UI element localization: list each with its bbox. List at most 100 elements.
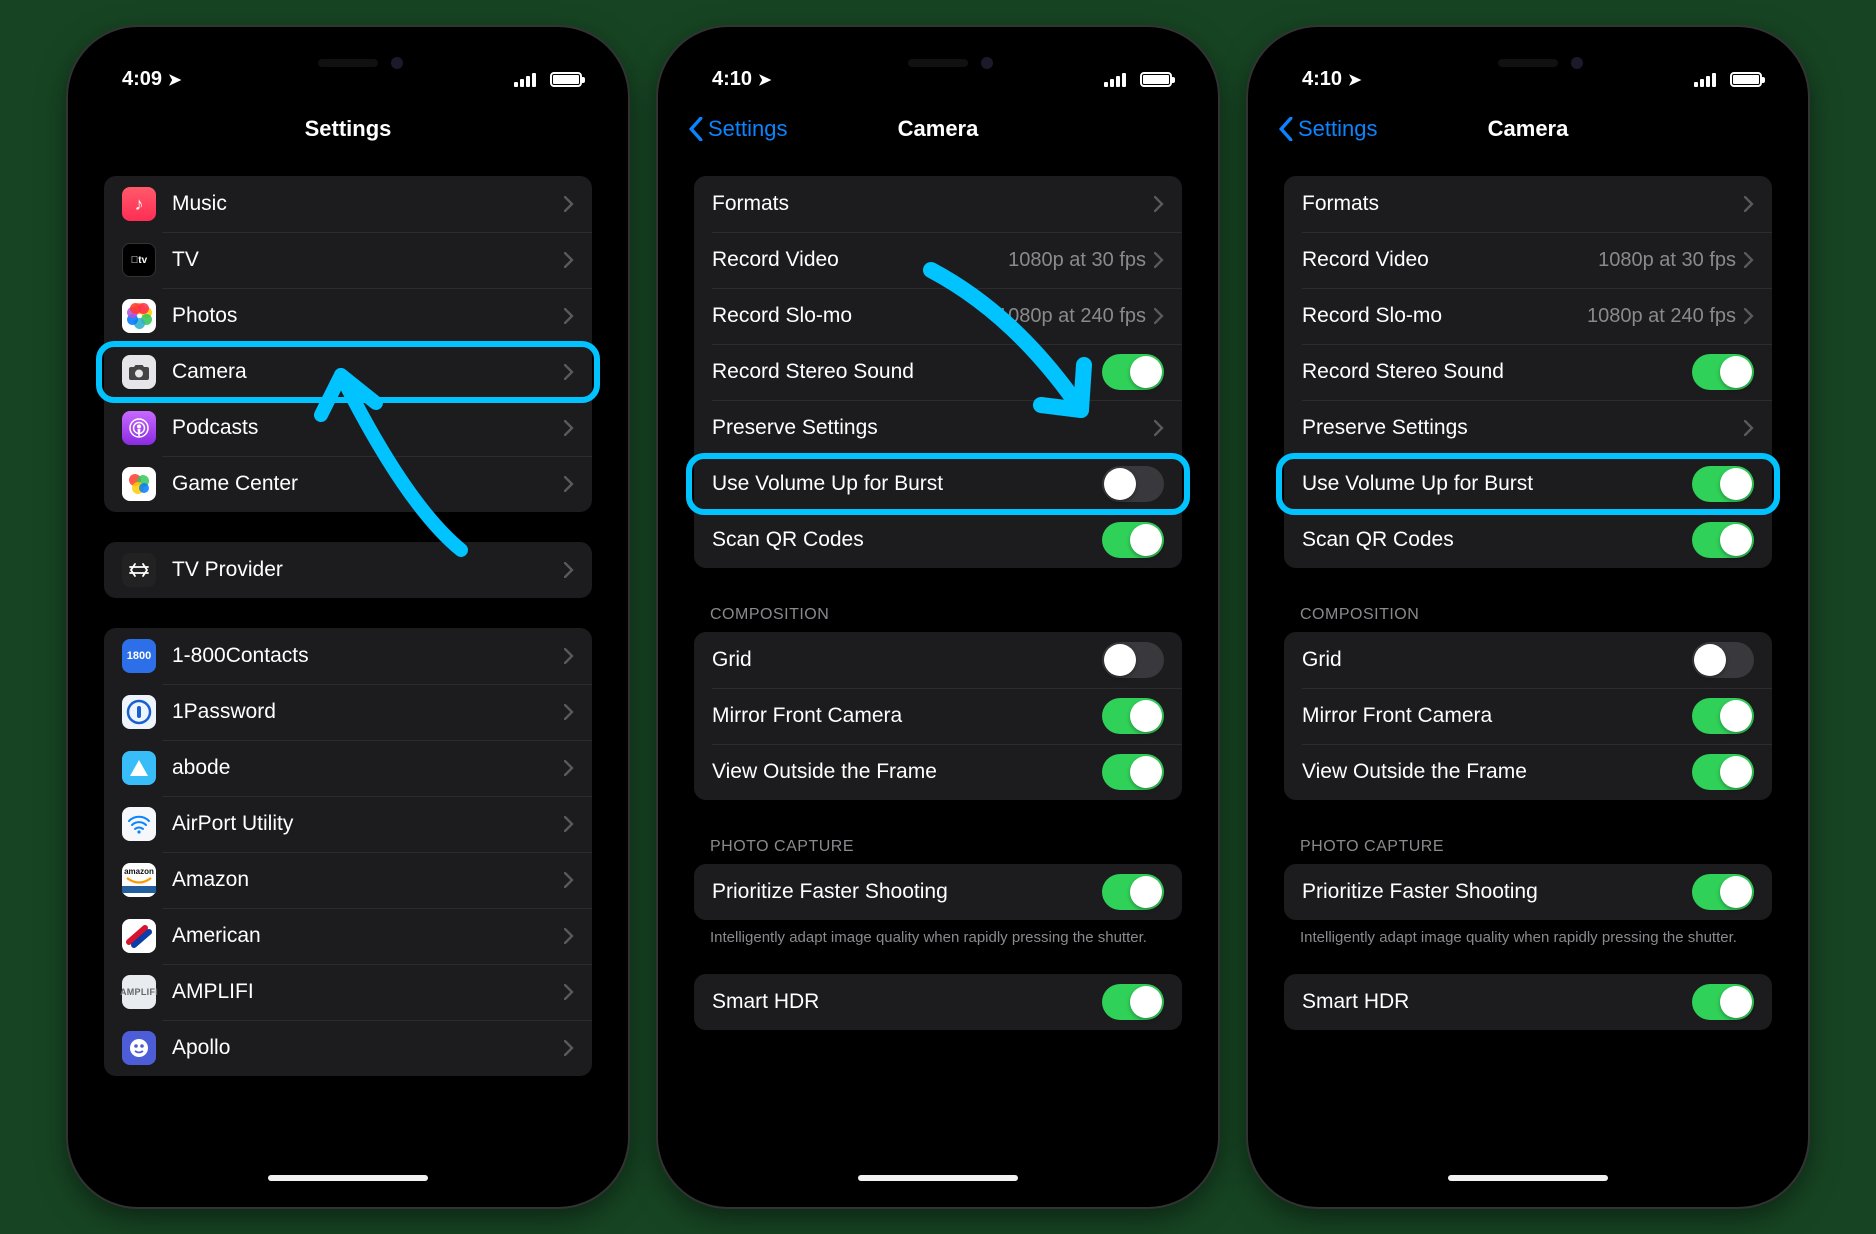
row-scan-qr[interactable]: Scan QR Codes — [694, 512, 1182, 568]
row-label: American — [172, 924, 564, 948]
row-preserve-settings[interactable]: Preserve Settings — [694, 400, 1182, 456]
back-label: Settings — [708, 116, 788, 142]
phone-frame-1: 4:09 ➤ Settings ♪ Music tv TV — [68, 27, 628, 1207]
home-indicator[interactable] — [1448, 1175, 1608, 1181]
page-title: Camera — [1488, 116, 1569, 142]
toggle-prioritize[interactable] — [1692, 874, 1754, 910]
row-view-outside-frame[interactable]: View Outside the Frame — [694, 744, 1182, 800]
toggle-outside[interactable] — [1102, 754, 1164, 790]
row-label: TV — [172, 248, 564, 272]
row-record-video[interactable]: Record Video 1080p at 30 fps — [694, 232, 1182, 288]
row-formats[interactable]: Formats — [1284, 176, 1772, 232]
back-button[interactable]: Settings — [1278, 116, 1378, 142]
chevron-right-icon — [564, 872, 574, 888]
screen-3: 4:10➤ Settings Camera Formats Record — [1266, 45, 1790, 1189]
app-icon: amazon — [122, 863, 156, 897]
home-indicator[interactable] — [858, 1175, 1018, 1181]
page-title: Camera — [898, 116, 979, 142]
row-stereo-sound[interactable]: Record Stereo Sound — [694, 344, 1182, 400]
row-1password[interactable]: 1Password — [104, 684, 592, 740]
status-time: 4:09 — [122, 68, 162, 91]
row-detail: 1080p at 240 fps — [1587, 305, 1736, 328]
row-music[interactable]: ♪ Music — [104, 176, 592, 232]
row-record-slomo[interactable]: Record Slo-mo 1080p at 240 fps — [1284, 288, 1772, 344]
camera-settings-list[interactable]: Formats Record Video 1080p at 30 fps Rec… — [1266, 158, 1790, 1189]
toggle-smart-hdr[interactable] — [1692, 984, 1754, 1020]
toggle-outside[interactable] — [1692, 754, 1754, 790]
row-american[interactable]: American — [104, 908, 592, 964]
location-icon: ➤ — [168, 70, 181, 90]
row-label: Formats — [1302, 192, 1744, 216]
row-volume-up-burst[interactable]: Use Volume Up for Burst — [1284, 456, 1772, 512]
row-prioritize-faster[interactable]: Prioritize Faster Shooting — [1284, 864, 1772, 920]
chevron-right-icon — [1744, 308, 1754, 324]
settings-list[interactable]: ♪ Music tv TV — [86, 158, 610, 1189]
cellular-icon — [1104, 73, 1126, 87]
toggle-burst[interactable] — [1102, 466, 1164, 502]
chevron-right-icon — [1744, 196, 1754, 212]
toggle-mirror[interactable] — [1102, 698, 1164, 734]
tv-icon: tv — [122, 243, 156, 277]
row-1800contacts[interactable]: 1800 1-800Contacts — [104, 628, 592, 684]
chevron-right-icon — [564, 760, 574, 776]
row-label: Prioritize Faster Shooting — [712, 880, 1102, 904]
tv-provider-icon — [122, 553, 156, 587]
row-mirror-front[interactable]: Mirror Front Camera — [1284, 688, 1772, 744]
toggle-stereo[interactable] — [1692, 354, 1754, 390]
row-podcasts[interactable]: Podcasts — [104, 400, 592, 456]
row-scan-qr[interactable]: Scan QR Codes — [1284, 512, 1772, 568]
toggle-qr[interactable] — [1692, 522, 1754, 558]
screen-2: 4:10➤ Settings Camera Formats Record — [676, 45, 1200, 1189]
chevron-right-icon — [564, 1040, 574, 1056]
row-view-outside-frame[interactable]: View Outside the Frame — [1284, 744, 1772, 800]
toggle-stereo[interactable] — [1102, 354, 1164, 390]
row-apollo[interactable]: Apollo — [104, 1020, 592, 1076]
page-title: Settings — [305, 116, 392, 142]
row-abode[interactable]: abode — [104, 740, 592, 796]
app-icon — [122, 919, 156, 953]
row-grid[interactable]: Grid — [694, 632, 1182, 688]
row-camera[interactable]: Camera — [104, 344, 592, 400]
row-prioritize-faster[interactable]: Prioritize Faster Shooting — [694, 864, 1182, 920]
toggle-mirror[interactable] — [1692, 698, 1754, 734]
battery-icon — [550, 72, 582, 87]
row-tv[interactable]: tv TV — [104, 232, 592, 288]
toggle-grid[interactable] — [1102, 642, 1164, 678]
row-grid[interactable]: Grid — [1284, 632, 1772, 688]
row-photos[interactable]: Photos — [104, 288, 592, 344]
row-record-video[interactable]: Record Video 1080p at 30 fps — [1284, 232, 1772, 288]
row-tv-provider[interactable]: TV Provider — [104, 542, 592, 598]
nav-bar: Settings — [86, 100, 610, 158]
row-smart-hdr[interactable]: Smart HDR — [1284, 974, 1772, 1030]
toggle-qr[interactable] — [1102, 522, 1164, 558]
section-header-composition: COMPOSITION — [1266, 596, 1790, 632]
toggle-smart-hdr[interactable] — [1102, 984, 1164, 1020]
row-label: Apollo — [172, 1036, 564, 1060]
row-amazon[interactable]: amazon Amazon — [104, 852, 592, 908]
app-icon: AMPLIFI — [122, 975, 156, 1009]
row-game-center[interactable]: Game Center — [104, 456, 592, 512]
row-volume-up-burst[interactable]: Use Volume Up for Burst — [694, 456, 1182, 512]
row-formats[interactable]: Formats — [694, 176, 1182, 232]
row-preserve-settings[interactable]: Preserve Settings — [1284, 400, 1772, 456]
row-label: Grid — [712, 648, 1102, 672]
row-detail: 1080p at 30 fps — [1598, 249, 1736, 272]
toggle-burst[interactable] — [1692, 466, 1754, 502]
screen-1: 4:09 ➤ Settings ♪ Music tv TV — [86, 45, 610, 1189]
row-airport-utility[interactable]: AirPort Utility — [104, 796, 592, 852]
row-smart-hdr[interactable]: Smart HDR — [694, 974, 1182, 1030]
camera-settings-list[interactable]: Formats Record Video 1080p at 30 fps Rec… — [676, 158, 1200, 1189]
row-mirror-front[interactable]: Mirror Front Camera — [694, 688, 1182, 744]
home-indicator[interactable] — [268, 1175, 428, 1181]
toggle-prioritize[interactable] — [1102, 874, 1164, 910]
chevron-right-icon — [564, 196, 574, 212]
row-amplifi[interactable]: AMPLIFI AMPLIFI — [104, 964, 592, 1020]
phone-frame-3: 4:10➤ Settings Camera Formats Record — [1248, 27, 1808, 1207]
notch — [233, 45, 463, 81]
music-icon: ♪ — [122, 187, 156, 221]
toggle-grid[interactable] — [1692, 642, 1754, 678]
row-record-slomo[interactable]: Record Slo-mo 1080p at 240 fps — [694, 288, 1182, 344]
app-icon: 1800 — [122, 639, 156, 673]
back-button[interactable]: Settings — [688, 116, 788, 142]
row-stereo-sound[interactable]: Record Stereo Sound — [1284, 344, 1772, 400]
